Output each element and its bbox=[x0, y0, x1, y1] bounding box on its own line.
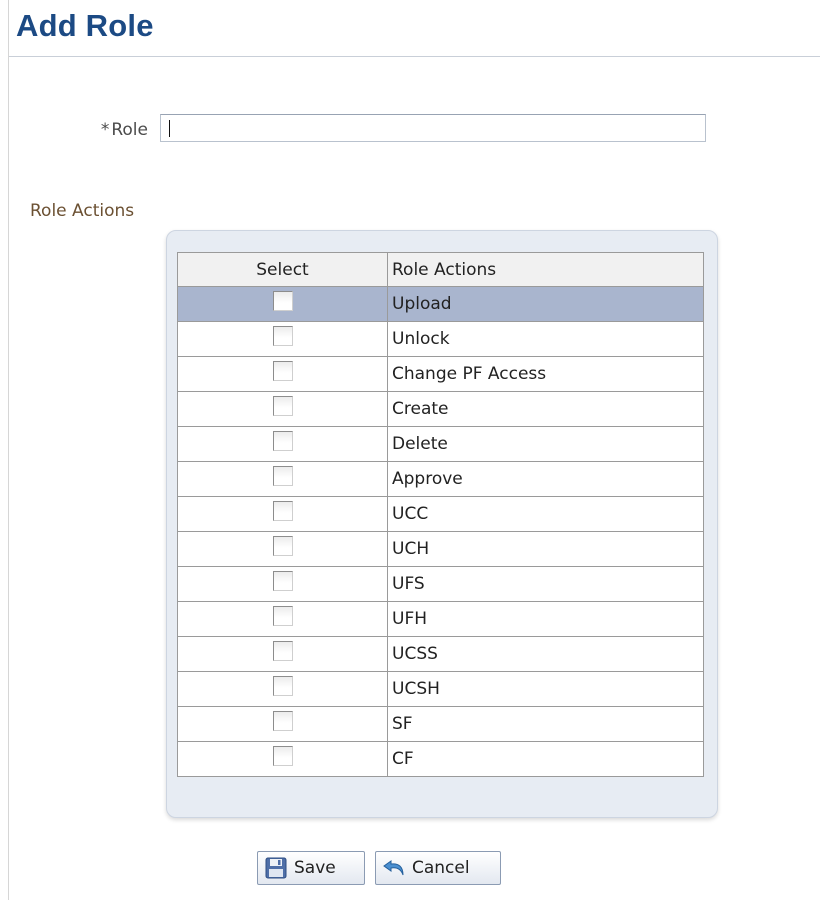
select-checkbox[interactable] bbox=[272, 431, 293, 451]
role-action-label: Upload bbox=[387, 286, 704, 322]
table-row[interactable]: UFH bbox=[177, 601, 704, 637]
table-row[interactable]: UCC bbox=[177, 496, 704, 532]
role-action-label: Change PF Access bbox=[387, 356, 704, 392]
role-action-label: SF bbox=[387, 706, 704, 742]
role-action-label: Approve bbox=[387, 461, 704, 497]
role-actions-table-body: Upload Unlock Change PF Access Create Delete… bbox=[177, 286, 704, 777]
select-cell bbox=[177, 496, 388, 532]
table-row[interactable]: UCSS bbox=[177, 636, 704, 672]
column-header-role-actions[interactable]: Role Actions bbox=[387, 252, 704, 287]
select-cell bbox=[177, 356, 388, 392]
floppy-disk-icon bbox=[264, 856, 288, 880]
role-action-label: UCC bbox=[387, 496, 704, 532]
select-checkbox[interactable] bbox=[272, 746, 293, 766]
select-checkbox[interactable] bbox=[272, 676, 293, 696]
column-header-select[interactable]: Select bbox=[177, 252, 388, 287]
role-action-label: UFS bbox=[387, 566, 704, 602]
select-cell bbox=[177, 426, 388, 462]
cancel-button[interactable]: Cancel bbox=[375, 851, 501, 885]
select-checkbox[interactable] bbox=[272, 606, 293, 626]
select-cell bbox=[177, 636, 388, 672]
select-cell bbox=[177, 286, 388, 322]
role-action-label: UCH bbox=[387, 531, 704, 567]
text-cursor bbox=[169, 120, 170, 137]
select-checkbox[interactable] bbox=[272, 291, 293, 311]
role-action-label: Unlock bbox=[387, 321, 704, 357]
page-title: Add Role bbox=[16, 8, 154, 43]
table-row[interactable]: Unlock bbox=[177, 321, 704, 357]
role-label-text: Role bbox=[111, 120, 148, 140]
role-actions-table: Select Role Actions Upload Unlock Change P… bbox=[177, 252, 704, 777]
table-header-row: Select Role Actions bbox=[177, 252, 704, 287]
role-field-label: * Role bbox=[84, 120, 148, 140]
table-row[interactable]: Create bbox=[177, 391, 704, 427]
select-checkbox[interactable] bbox=[272, 536, 293, 556]
select-checkbox[interactable] bbox=[272, 361, 293, 381]
required-marker: * bbox=[100, 120, 110, 140]
select-checkbox[interactable] bbox=[272, 711, 293, 731]
select-cell bbox=[177, 671, 388, 707]
table-row[interactable]: Approve bbox=[177, 461, 704, 497]
select-cell bbox=[177, 321, 388, 357]
select-checkbox[interactable] bbox=[272, 641, 293, 661]
select-cell bbox=[177, 741, 388, 777]
select-cell bbox=[177, 531, 388, 567]
role-actions-panel: Select Role Actions Upload Unlock Change P… bbox=[166, 230, 718, 818]
select-checkbox[interactable] bbox=[272, 501, 293, 521]
save-button-label: Save bbox=[294, 858, 336, 878]
role-input[interactable] bbox=[160, 114, 706, 142]
table-row[interactable]: UFS bbox=[177, 566, 704, 602]
table-row[interactable]: Delete bbox=[177, 426, 704, 462]
table-row[interactable]: Change PF Access bbox=[177, 356, 704, 392]
role-action-label: Delete bbox=[387, 426, 704, 462]
select-cell bbox=[177, 461, 388, 497]
cancel-button-label: Cancel bbox=[412, 858, 470, 878]
table-row[interactable]: CF bbox=[177, 741, 704, 777]
undo-arrow-icon bbox=[382, 856, 406, 880]
role-action-label: UCSH bbox=[387, 671, 704, 707]
select-checkbox[interactable] bbox=[272, 466, 293, 486]
select-checkbox[interactable] bbox=[272, 396, 293, 416]
role-action-label: CF bbox=[387, 741, 704, 777]
table-row[interactable]: UCH bbox=[177, 531, 704, 567]
save-button[interactable]: Save bbox=[257, 851, 365, 885]
select-cell bbox=[177, 391, 388, 427]
table-row[interactable]: Upload bbox=[177, 286, 704, 322]
select-checkbox[interactable] bbox=[272, 571, 293, 591]
select-checkbox[interactable] bbox=[272, 326, 293, 346]
title-divider bbox=[9, 56, 820, 57]
select-cell bbox=[177, 566, 388, 602]
role-action-label: UFH bbox=[387, 601, 704, 637]
role-action-label: UCSS bbox=[387, 636, 704, 672]
table-row[interactable]: UCSH bbox=[177, 671, 704, 707]
select-cell bbox=[177, 601, 388, 637]
left-border bbox=[8, 0, 9, 900]
role-action-label: Create bbox=[387, 391, 704, 427]
role-actions-section-label: Role Actions bbox=[30, 201, 135, 221]
select-cell bbox=[177, 706, 388, 742]
table-row[interactable]: SF bbox=[177, 706, 704, 742]
